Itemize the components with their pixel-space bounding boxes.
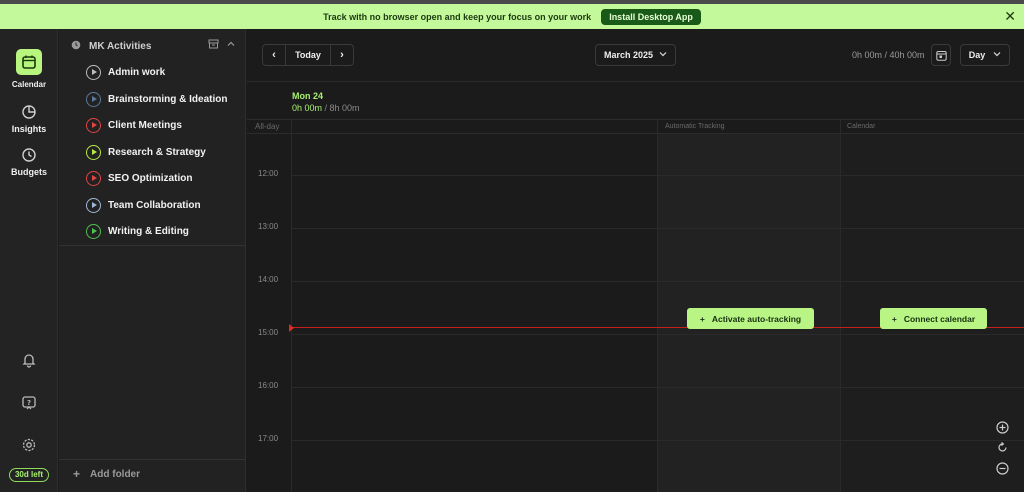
activate-auto-tracking-button[interactable]: + Activate auto-tracking [687,308,814,329]
day-header-name: Mon 24 [292,91,324,101]
clock-icon [21,147,37,163]
date-navigator: ‹ Today › [262,44,354,66]
hour-label: 16:00 [258,381,279,390]
bell-icon [21,352,37,368]
month-picker[interactable]: March 2025 [595,44,676,66]
rail-label-budgets: Budgets [11,167,47,177]
help-chat-icon: ? [21,395,37,411]
hour-line [291,440,1024,441]
hour-line [291,387,1024,388]
play-icon[interactable] [86,117,101,133]
zoom-out-icon [995,461,1009,475]
zoom-out-button[interactable] [992,458,1012,478]
folder-header[interactable]: MK Activities [71,39,241,53]
nav-rail: Calendar Insights Budgets ? 30d left [0,29,58,492]
reset-zoom-button[interactable] [992,437,1012,457]
rail-item-budgets[interactable]: Budgets [0,147,58,177]
activities-sidebar: MK Activities Admin work Brainstorming &… [59,29,246,492]
svg-text:?: ? [27,399,31,407]
hour-line [291,175,1024,176]
activity-item[interactable]: Team Collaboration [86,197,201,213]
trial-days-badge[interactable]: 30d left [9,468,49,482]
activity-item[interactable]: Research & Strategy [86,144,206,160]
calendar-main: ‹ Today › March 2025 0h 00m / 40h 00m Da… [247,29,1024,492]
month-label: March 2025 [603,50,654,60]
add-folder-label: Add folder [90,468,141,480]
rail-label-calendar: Calendar [11,80,47,89]
zoom-in-icon [995,420,1009,434]
week-totals: 0h 00m / 40h 00m [852,50,925,60]
play-icon[interactable] [86,197,101,213]
hour-line [291,281,1024,282]
divider [247,81,1024,82]
activity-label: Brainstorming & Ideation [108,93,228,105]
chevron-up-icon[interactable] [227,40,235,51]
view-label: Day [968,50,986,60]
automatic-tracking-label: Automatic Tracking [665,123,725,130]
activity-item[interactable]: Brainstorming & Ideation [86,91,227,107]
rail-label-insights: Insights [11,124,47,134]
add-folder-button[interactable]: + Add folder [73,467,140,481]
activity-label: Research & Strategy [108,146,206,158]
chevron-down-icon [659,50,667,60]
play-icon[interactable] [86,64,101,80]
current-time-marker [289,324,294,332]
hour-label: 14:00 [258,275,279,284]
view-selector[interactable]: Day [960,44,1010,66]
rail-item-insights[interactable]: Insights [0,104,58,134]
reset-icon [997,441,1007,452]
pie-chart-icon [21,104,37,120]
all-day-label: All-day [255,122,280,131]
hour-label: 13:00 [258,222,279,231]
activity-label: Admin work [108,66,166,78]
close-icon[interactable]: ✕ [1004,8,1016,24]
today-button[interactable]: Today [285,45,331,65]
divider [59,245,245,246]
install-desktop-app-button[interactable]: Install Desktop App [601,8,701,25]
play-icon[interactable] [86,91,101,107]
day-header-total: 0h 00m / 8h 00m [292,103,360,113]
banner-text: Track with no browser open and keep your… [323,11,592,22]
calendar-column-label: Calendar [847,123,876,130]
plus-icon: + [699,313,705,324]
hour-label: 15:00 [258,328,279,337]
play-icon[interactable] [86,223,101,239]
hour-line [291,334,1024,335]
gear-icon [21,437,37,453]
hour-label: 12:00 [258,169,279,178]
hour-label: 17:00 [258,434,279,443]
activity-label: Team Collaboration [108,199,201,211]
notifications-button[interactable] [0,352,58,372]
activity-label: SEO Optimization [108,172,193,184]
zoom-in-button[interactable] [992,417,1012,437]
help-button[interactable]: ? [0,395,58,415]
folder-name: MK Activities [89,40,152,52]
activity-item[interactable]: Writing & Editing [86,223,189,239]
prev-day-button[interactable]: ‹ [263,45,285,65]
calendar-icon [935,50,947,61]
rail-item-calendar[interactable]: Calendar [0,49,58,89]
calendar-icon [16,49,42,75]
clock-icon [71,40,81,53]
settings-button[interactable] [0,437,58,457]
activity-label: Writing & Editing [108,225,189,237]
hour-line [291,228,1024,229]
play-icon[interactable] [86,170,101,186]
activity-item[interactable]: Client Meetings [86,117,182,133]
activity-item[interactable]: Admin work [86,64,165,80]
chevron-down-icon [993,50,1001,60]
divider [59,459,245,460]
activity-label: Client Meetings [108,119,182,131]
plus-icon: + [891,313,897,324]
archive-icon[interactable] [208,39,219,52]
play-icon[interactable] [86,144,101,160]
next-day-button[interactable]: › [331,45,353,65]
desktop-app-banner: Track with no browser open and keep your… [0,4,1024,29]
plus-icon: + [73,467,81,481]
activity-item[interactable]: SEO Optimization [86,170,192,186]
connect-calendar-button[interactable]: + Connect calendar [880,308,987,329]
calendar-jump-button[interactable] [931,44,951,66]
divider [247,119,1024,120]
divider [247,133,1024,134]
